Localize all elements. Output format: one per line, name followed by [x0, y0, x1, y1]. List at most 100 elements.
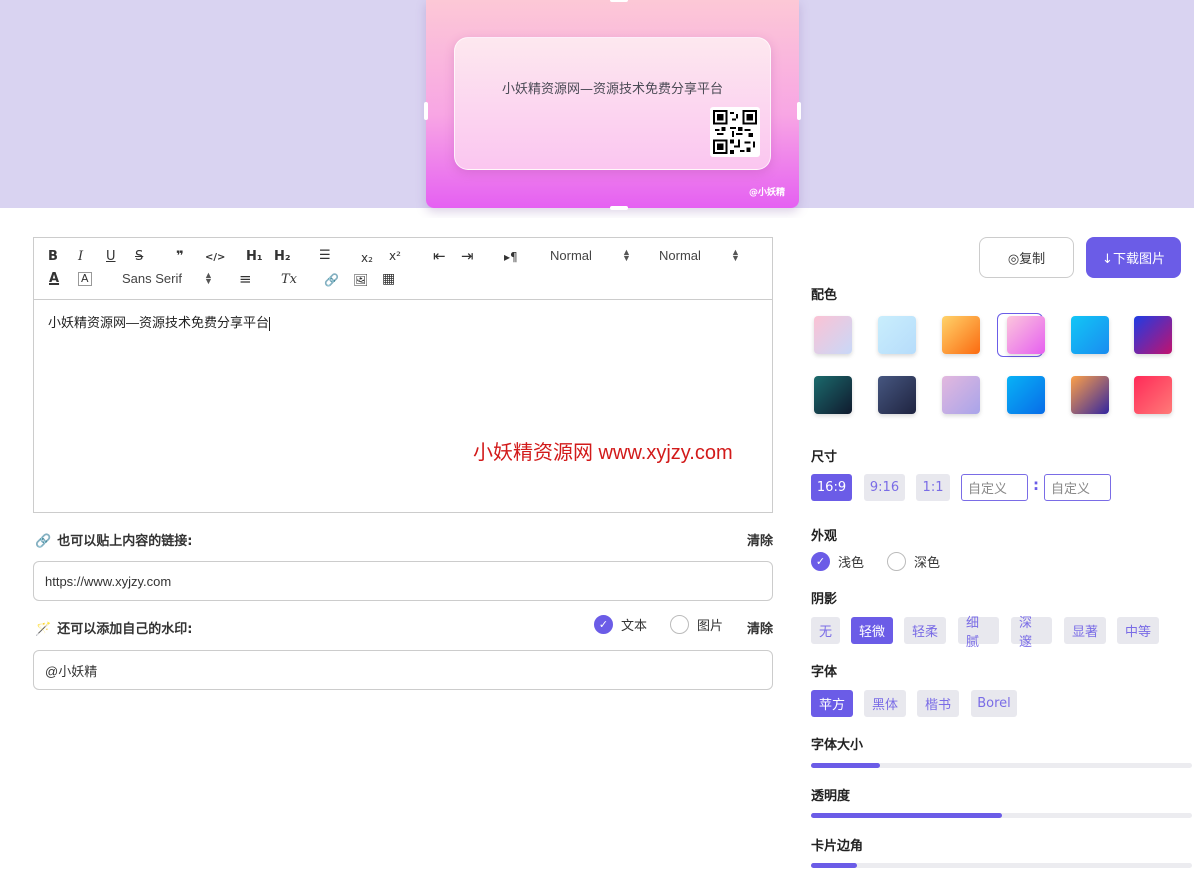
check-icon: ✓ — [811, 552, 830, 571]
italic-button[interactable]: I — [78, 249, 83, 265]
font-option-kaishu[interactable]: 楷书 — [917, 690, 959, 717]
header-select-value: Normal — [659, 248, 701, 263]
header-2-button[interactable]: H₂ — [274, 249, 291, 265]
font-option-pingfang[interactable]: 苹方 — [811, 690, 853, 717]
chevron-updown-icon: ▲ ▼ — [622, 247, 631, 263]
editor-text: 小妖精资源网—资源技术免费分享平台 — [48, 315, 270, 330]
superscript-button[interactable]: x² — [389, 248, 401, 264]
appearance-light-option[interactable]: ✓ 浅色 — [811, 552, 864, 571]
watermark-input[interactable]: @小妖精 — [33, 650, 773, 690]
size-option-9-16[interactable]: 9:16 — [864, 474, 905, 501]
color-swatch[interactable] — [878, 376, 916, 414]
color-swatch[interactable] — [1071, 376, 1109, 414]
subscript-button[interactable]: x₂ — [361, 250, 373, 266]
color-swatch[interactable] — [814, 376, 852, 414]
resize-handle-left[interactable] — [424, 102, 428, 120]
size-select[interactable]: Normal ▲ ▼ — [550, 247, 631, 264]
size-section-title: 尺寸 — [811, 450, 838, 465]
font-option-heiti[interactable]: 黑体 — [864, 690, 906, 717]
font-size-title: 字体大小 — [811, 738, 864, 753]
shadow-option-slight[interactable]: 轻微 — [851, 617, 893, 644]
header-1-button[interactable]: H₁ — [246, 249, 263, 265]
outdent-button[interactable]: ⇤ — [433, 248, 446, 264]
indent-button[interactable]: ⇥ — [461, 248, 474, 264]
align-button[interactable]: ≡ — [239, 271, 252, 287]
color-swatch[interactable] — [942, 376, 980, 414]
color-swatch[interactable] — [878, 316, 916, 354]
opacity-slider[interactable] — [811, 813, 1192, 818]
custom-height-input[interactable]: 自定义 — [1044, 474, 1111, 501]
size-option-1-1[interactable]: 1:1 — [916, 474, 950, 501]
font-option-borel[interactable]: Borel — [971, 690, 1017, 717]
direction-rtl-button[interactable]: ▸¶ — [504, 249, 518, 265]
copy-button[interactable]: ◎复制 — [979, 237, 1074, 278]
custom-width-input[interactable]: 自定义 — [961, 474, 1028, 501]
header-select[interactable]: Normal ▲ ▼ — [659, 248, 740, 264]
shadow-option-strong[interactable]: 显著 — [1064, 617, 1106, 644]
watermark-type-text[interactable]: ✓ 文本 — [594, 615, 647, 634]
color-swatch[interactable] — [1071, 316, 1109, 354]
color-swatch[interactable] — [1007, 316, 1045, 354]
qr-code — [710, 107, 760, 157]
shadow-option-none[interactable]: 无 — [811, 617, 840, 644]
rich-text-editor: B I U S ❞ </> H₁ H₂ ☰ x₂ x² ⇤ ⇥ ▸¶ Norma… — [33, 237, 773, 513]
corner-title: 卡片边角 — [811, 839, 864, 854]
underline-button[interactable]: U — [106, 249, 116, 265]
shadow-option-fine[interactable]: 细腻 — [958, 616, 999, 650]
background-color-button[interactable]: A — [78, 272, 92, 286]
radio-empty-icon — [887, 552, 906, 571]
resize-handle-right[interactable] — [797, 102, 801, 120]
color-swatch[interactable] — [1134, 376, 1172, 414]
preview-card-inner: 小妖精资源网—资源技术免费分享平台 — [454, 37, 771, 170]
radio-empty-icon — [670, 615, 689, 634]
watermark-label: 🪄 还可以添加自己的水印: — [35, 618, 192, 637]
appearance-dark-label: 深色 — [914, 556, 941, 571]
appearance-dark-option[interactable]: 深色 — [887, 552, 940, 571]
link-label-text: 也可以贴上内容的链接: — [57, 534, 193, 549]
color-swatch[interactable] — [1134, 316, 1172, 354]
shadow-option-soft[interactable]: 轻柔 — [904, 617, 946, 644]
clean-format-button[interactable]: Tx — [281, 272, 297, 288]
color-section-title: 配色 — [811, 288, 838, 303]
preview-watermark: @小妖精 — [748, 188, 785, 198]
list-button[interactable]: ☰ — [319, 248, 331, 264]
editor-toolbar: B I U S ❞ </> H₁ H₂ ☰ x₂ x² ⇤ ⇥ ▸¶ Norma… — [34, 238, 772, 300]
editor-content[interactable]: 小妖精资源网—资源技术免费分享平台 — [34, 300, 772, 343]
color-swatch[interactable] — [1007, 376, 1045, 414]
bold-button[interactable]: B — [48, 249, 58, 265]
link-button[interactable]: 🔗 — [324, 272, 339, 288]
download-image-button[interactable]: ↓下载图片 — [1086, 237, 1181, 278]
watermark-type-image[interactable]: 图片 — [670, 615, 723, 634]
font-size-slider[interactable] — [811, 763, 1192, 768]
size-option-16-9[interactable]: 16:9 — [811, 474, 852, 501]
opacity-title: 透明度 — [811, 789, 851, 804]
corner-slider[interactable] — [811, 863, 1192, 868]
appearance-section-title: 外观 — [811, 529, 838, 544]
shadow-option-medium[interactable]: 中等 — [1117, 617, 1159, 644]
preview-card[interactable]: 小妖精资源网—资源技术免费分享平台 @小妖精 — [424, 0, 801, 210]
color-swatch[interactable] — [942, 316, 980, 354]
code-block-button[interactable]: </> — [205, 250, 225, 266]
link-label: 🔗 也可以贴上内容的链接: — [35, 530, 192, 549]
video-button[interactable]: ▦ — [382, 271, 395, 287]
blockquote-button[interactable]: ❞ — [176, 249, 184, 265]
shadow-section-title: 阴影 — [811, 592, 838, 607]
corner-slider-fill — [811, 863, 857, 868]
clear-watermark-button[interactable]: 清除 — [747, 618, 773, 637]
magic-wand-icon: 🪄 — [35, 622, 52, 637]
preview-card-text: 小妖精资源网—资源技术免费分享平台 — [501, 82, 723, 97]
font-color-button[interactable]: A — [49, 271, 59, 287]
clear-link-button[interactable]: 清除 — [747, 530, 773, 549]
resize-handle-bottom[interactable] — [610, 206, 628, 210]
size-select-value: Normal — [550, 248, 592, 263]
strike-button[interactable]: S — [135, 249, 143, 265]
check-icon: ✓ — [594, 615, 613, 634]
image-button[interactable]: 🖼 — [353, 272, 368, 288]
link-input[interactable]: https://www.xyjzy.com — [33, 561, 773, 601]
resize-handle-top[interactable] — [610, 0, 628, 2]
preview-area: 小妖精资源网—资源技术免费分享平台 @小妖精 — [0, 0, 1194, 210]
font-family-select[interactable]: Sans Serif ▲ ▼ — [122, 271, 213, 287]
color-swatch[interactable] — [814, 316, 852, 354]
shadow-option-deep[interactable]: 深邃 — [1011, 616, 1052, 650]
watermark-label-text: 还可以添加自己的水印: — [57, 622, 193, 637]
